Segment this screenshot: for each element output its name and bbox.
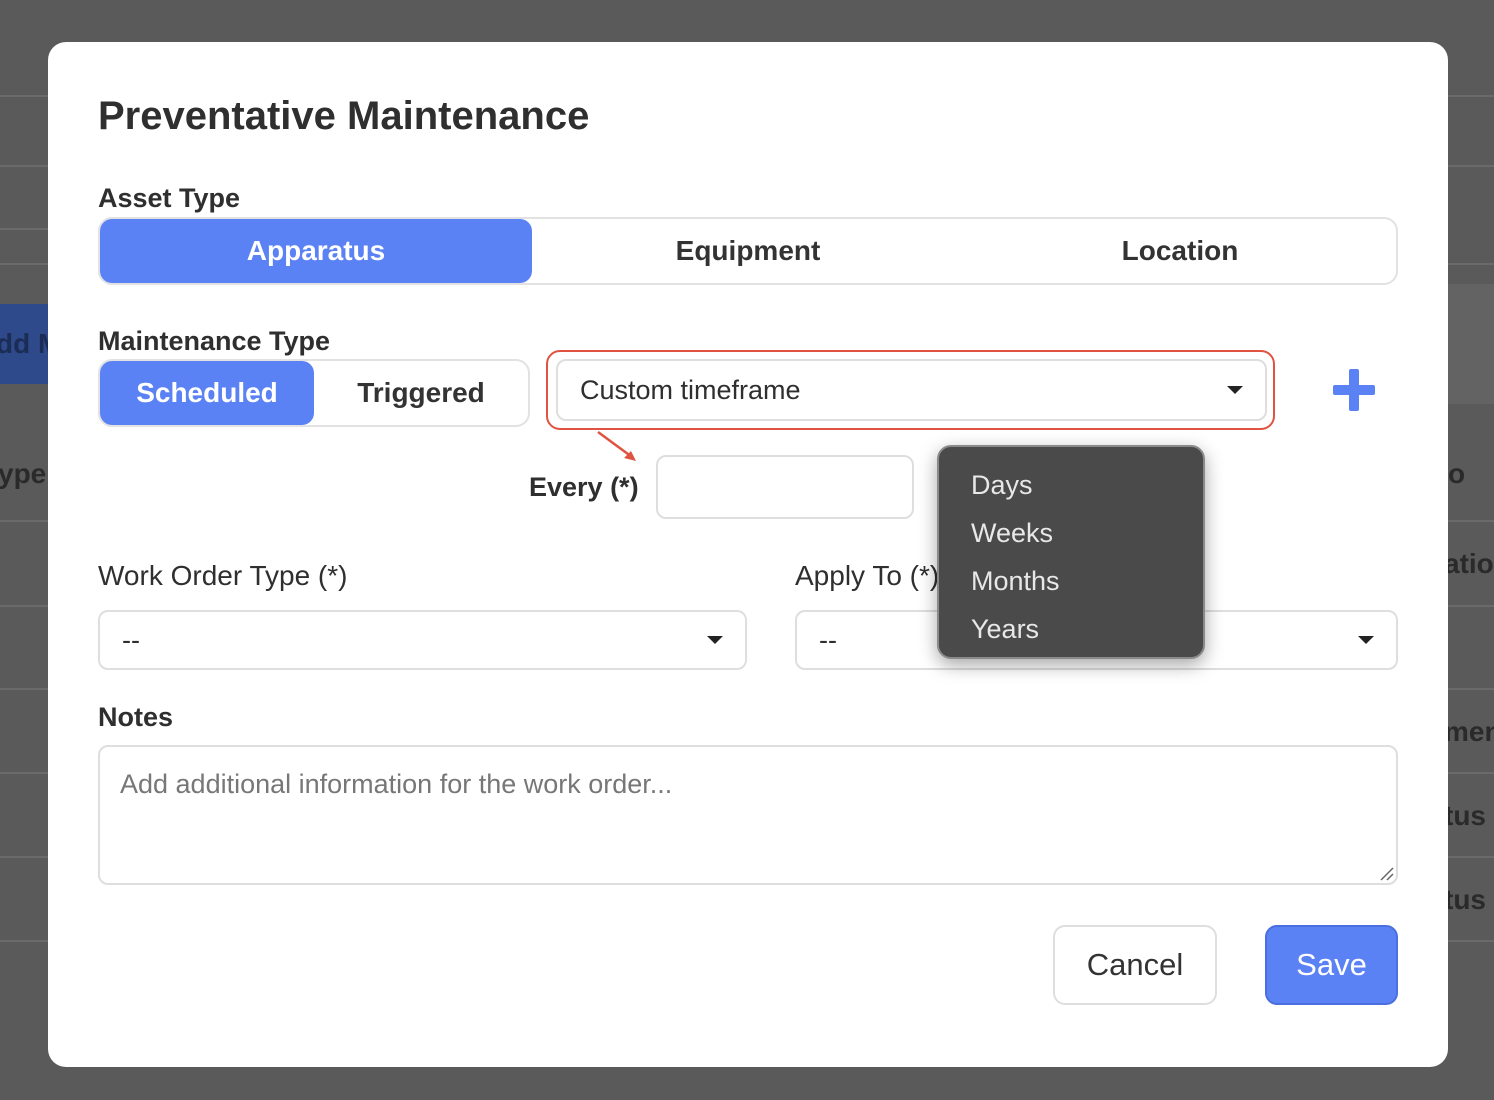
work-order-type-select[interactable]: -- — [98, 610, 747, 670]
bg-divider — [0, 520, 48, 522]
bg-divider — [1448, 856, 1494, 858]
asset-type-apparatus[interactable]: Apparatus — [100, 219, 532, 283]
bg-cell-text: tus — [1444, 884, 1486, 915]
work-order-type-value: -- — [122, 624, 140, 655]
bg-divider — [1448, 263, 1494, 265]
bg-divider — [0, 165, 48, 167]
bg-divider — [1448, 940, 1494, 942]
maintenance-type-triggered[interactable]: Triggered — [314, 361, 528, 425]
asset-type-label: Asset Type — [98, 183, 241, 213]
every-label: Every (*) — [529, 472, 639, 502]
bg-divider — [0, 263, 48, 265]
bg-divider — [0, 605, 48, 607]
dropdown-option-days[interactable]: Days — [939, 461, 1203, 509]
cancel-button[interactable]: Cancel — [1053, 925, 1217, 1005]
bg-column-header: ype — [0, 458, 47, 489]
timeframe-select-value: Custom timeframe — [580, 374, 801, 405]
bg-divider — [1448, 95, 1494, 97]
bg-cell-text: tus — [1444, 800, 1486, 831]
bg-divider — [1448, 520, 1494, 522]
dropdown-option-weeks[interactable]: Weeks — [939, 509, 1203, 557]
bg-right-panel — [1448, 284, 1494, 404]
bg-cell-text: ment — [1444, 716, 1494, 747]
notes-label: Notes — [98, 702, 174, 732]
timeframe-select[interactable]: Custom timeframe — [556, 359, 1267, 421]
chevron-down-icon — [707, 636, 723, 644]
chevron-down-icon — [1227, 386, 1243, 394]
bg-divider — [1448, 772, 1494, 774]
notes-textarea[interactable]: Add additional information for the work … — [98, 745, 1398, 885]
bg-divider — [1448, 165, 1494, 167]
apply-to-label: Apply To (*) — [795, 560, 940, 591]
bg-divider — [0, 228, 48, 230]
bg-divider — [0, 856, 48, 858]
maintenance-type-scheduled[interactable]: Scheduled — [100, 361, 314, 425]
bg-divider — [0, 940, 48, 942]
bg-divider — [0, 772, 48, 774]
bg-divider — [1448, 605, 1494, 607]
add-plus-icon[interactable] — [1333, 369, 1375, 411]
preventative-maintenance-modal: Preventative Maintenance Asset Type Appa… — [48, 42, 1448, 1067]
bg-divider — [1448, 688, 1494, 690]
unit-dropdown-menu: Days Weeks Months Years — [937, 445, 1205, 659]
bg-add-button: dd M — [0, 304, 48, 384]
maintenance-type-segmented-control: Scheduled Triggered — [98, 359, 530, 427]
bg-cell-text: o — [1448, 458, 1466, 489]
bg-divider — [0, 688, 48, 690]
chevron-down-icon — [1358, 636, 1374, 644]
asset-type-segmented-control: Apparatus Equipment Location — [98, 217, 1398, 285]
resize-handle-icon[interactable] — [1378, 865, 1394, 881]
asset-type-equipment[interactable]: Equipment — [532, 219, 964, 283]
maintenance-type-label: Maintenance Type — [98, 326, 331, 356]
every-input[interactable] — [656, 455, 914, 519]
annotation-arrow-icon — [597, 430, 636, 461]
bg-divider — [0, 95, 48, 97]
bg-cell-text: atio — [1444, 548, 1494, 579]
dropdown-option-years[interactable]: Years — [939, 605, 1203, 653]
asset-type-location[interactable]: Location — [964, 219, 1396, 283]
modal-title: Preventative Maintenance — [98, 94, 590, 138]
dropdown-option-months[interactable]: Months — [939, 557, 1203, 605]
notes-placeholder: Add additional information for the work … — [120, 769, 673, 799]
save-button[interactable]: Save — [1265, 925, 1398, 1005]
work-order-type-label: Work Order Type (*) — [98, 560, 348, 591]
